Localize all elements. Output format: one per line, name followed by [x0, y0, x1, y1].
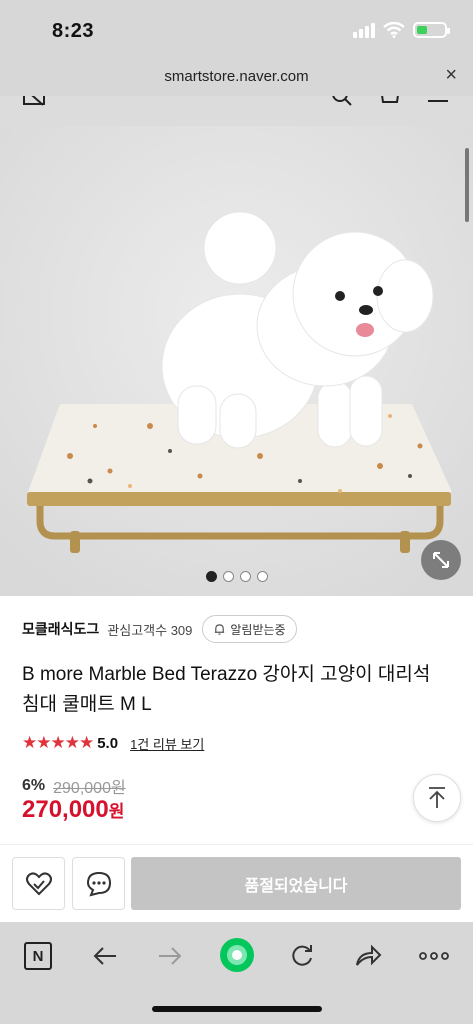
- share-button[interactable]: [348, 938, 388, 974]
- review-link[interactable]: 1건 리뷰 보기: [130, 734, 204, 753]
- battery-level: [417, 26, 427, 34]
- product-image[interactable]: [0, 126, 473, 596]
- heart-check-icon: [25, 871, 52, 895]
- discount-rate: 6%: [22, 777, 46, 794]
- sale-price: 270,000원: [22, 796, 124, 824]
- more-icon: [419, 952, 449, 960]
- close-icon[interactable]: ×: [445, 64, 457, 87]
- soldout-button[interactable]: 품절되었습니다: [131, 857, 461, 910]
- back-button[interactable]: [85, 938, 125, 974]
- pagination-dot[interactable]: [239, 571, 251, 582]
- more-button[interactable]: [414, 938, 454, 974]
- original-price: 290,000원: [53, 780, 126, 797]
- rating-row: ★★★★★ 5.0 1건 리뷰 보기: [22, 732, 204, 754]
- arrow-up-icon: [429, 787, 445, 808]
- image-pagination: [0, 571, 473, 582]
- share-icon: [356, 944, 382, 966]
- store-name[interactable]: 모클래식도그: [22, 619, 99, 639]
- sale-price-unit: 원: [108, 802, 125, 821]
- wifi-icon: [383, 22, 405, 38]
- url-text[interactable]: smartstore.naver.com: [0, 68, 473, 85]
- talk-button[interactable]: [72, 857, 125, 910]
- scroll-to-top-button[interactable]: [413, 774, 461, 822]
- rating-value: 5.0: [97, 734, 119, 752]
- menu-icon[interactable]: [426, 96, 450, 108]
- site-header: [0, 96, 473, 126]
- rating-stars: ★★★★★: [22, 733, 94, 752]
- alarm-label: 알림받는중: [230, 622, 286, 637]
- expand-image-button[interactable]: [421, 540, 461, 580]
- search-icon[interactable]: [330, 96, 354, 108]
- store-row: 모클래식도그 관심고객수 309 알림받는중: [22, 614, 297, 644]
- no-image-icon[interactable]: [22, 96, 46, 108]
- cellular-signal-icon: [353, 22, 375, 38]
- bell-icon: [215, 623, 225, 635]
- page-scrollbar[interactable]: [465, 148, 469, 222]
- home-indicator[interactable]: [152, 1006, 322, 1012]
- naver-home-button[interactable]: N: [18, 938, 58, 974]
- battery-icon: [413, 22, 450, 38]
- store-fans-count: 관심고객수 309: [107, 622, 193, 638]
- status-bar: 8:23: [0, 0, 473, 60]
- green-dot-icon: [220, 938, 254, 972]
- expand-icon: [433, 552, 449, 568]
- status-icons: [353, 22, 450, 38]
- refresh-icon: [292, 945, 312, 966]
- refresh-button[interactable]: [282, 938, 322, 974]
- price-original-row: 6% 290,000원: [22, 774, 126, 798]
- address-bar[interactable]: smartstore.naver.com ×: [0, 60, 473, 96]
- arrow-left-icon: [93, 947, 116, 965]
- chat-icon: [86, 871, 111, 896]
- pagination-dot[interactable]: [256, 571, 268, 582]
- product-title: B more Marble Bed Terazzo 강아지 고양이 대리석 침대…: [22, 664, 431, 715]
- sale-price-value: 270,000: [22, 796, 109, 823]
- pagination-dot[interactable]: [222, 571, 234, 582]
- wishlist-button[interactable]: [12, 857, 65, 910]
- naver-logo-icon: N: [24, 942, 52, 970]
- dog-on-marble-bed-illustration: [0, 126, 473, 596]
- forward-button[interactable]: [150, 938, 190, 974]
- alarm-subscribe-button[interactable]: 알림받는중: [202, 615, 297, 643]
- arrow-right-icon: [159, 947, 182, 965]
- status-time: 8:23: [52, 20, 95, 42]
- purchase-action-bar: 품절되었습니다: [0, 844, 473, 922]
- pagination-dot[interactable]: [205, 571, 217, 582]
- cart-icon[interactable]: [378, 96, 402, 108]
- green-dot-button[interactable]: [216, 934, 258, 976]
